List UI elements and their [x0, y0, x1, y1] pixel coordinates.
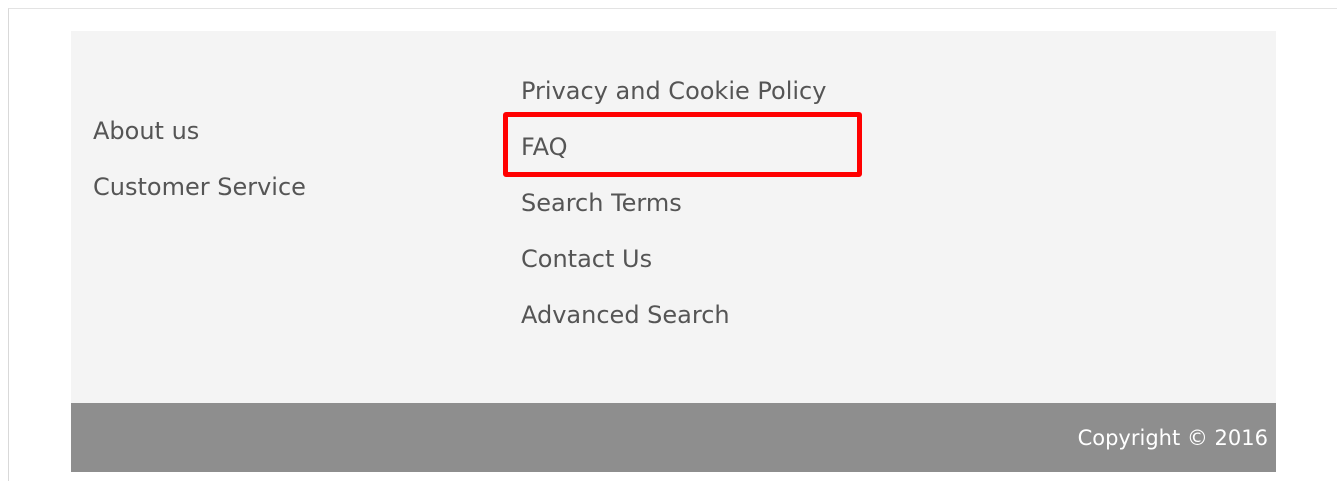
- footer-link-privacy-cookie-policy[interactable]: Privacy and Cookie Policy: [521, 76, 826, 106]
- footer-link-about-us[interactable]: About us: [93, 116, 199, 146]
- faq-highlight-box: [503, 112, 862, 177]
- copyright-text: Copyright © 2016: [1077, 426, 1268, 450]
- footer-link-customer-service[interactable]: Customer Service: [93, 172, 306, 202]
- page-footer: About us Customer Service Privacy and Co…: [71, 31, 1276, 403]
- footer-link-contact-us[interactable]: Contact Us: [521, 244, 652, 274]
- footer-link-advanced-search[interactable]: Advanced Search: [521, 300, 730, 330]
- copyright-bar: Copyright © 2016: [71, 403, 1276, 472]
- footer-link-search-terms[interactable]: Search Terms: [521, 188, 682, 218]
